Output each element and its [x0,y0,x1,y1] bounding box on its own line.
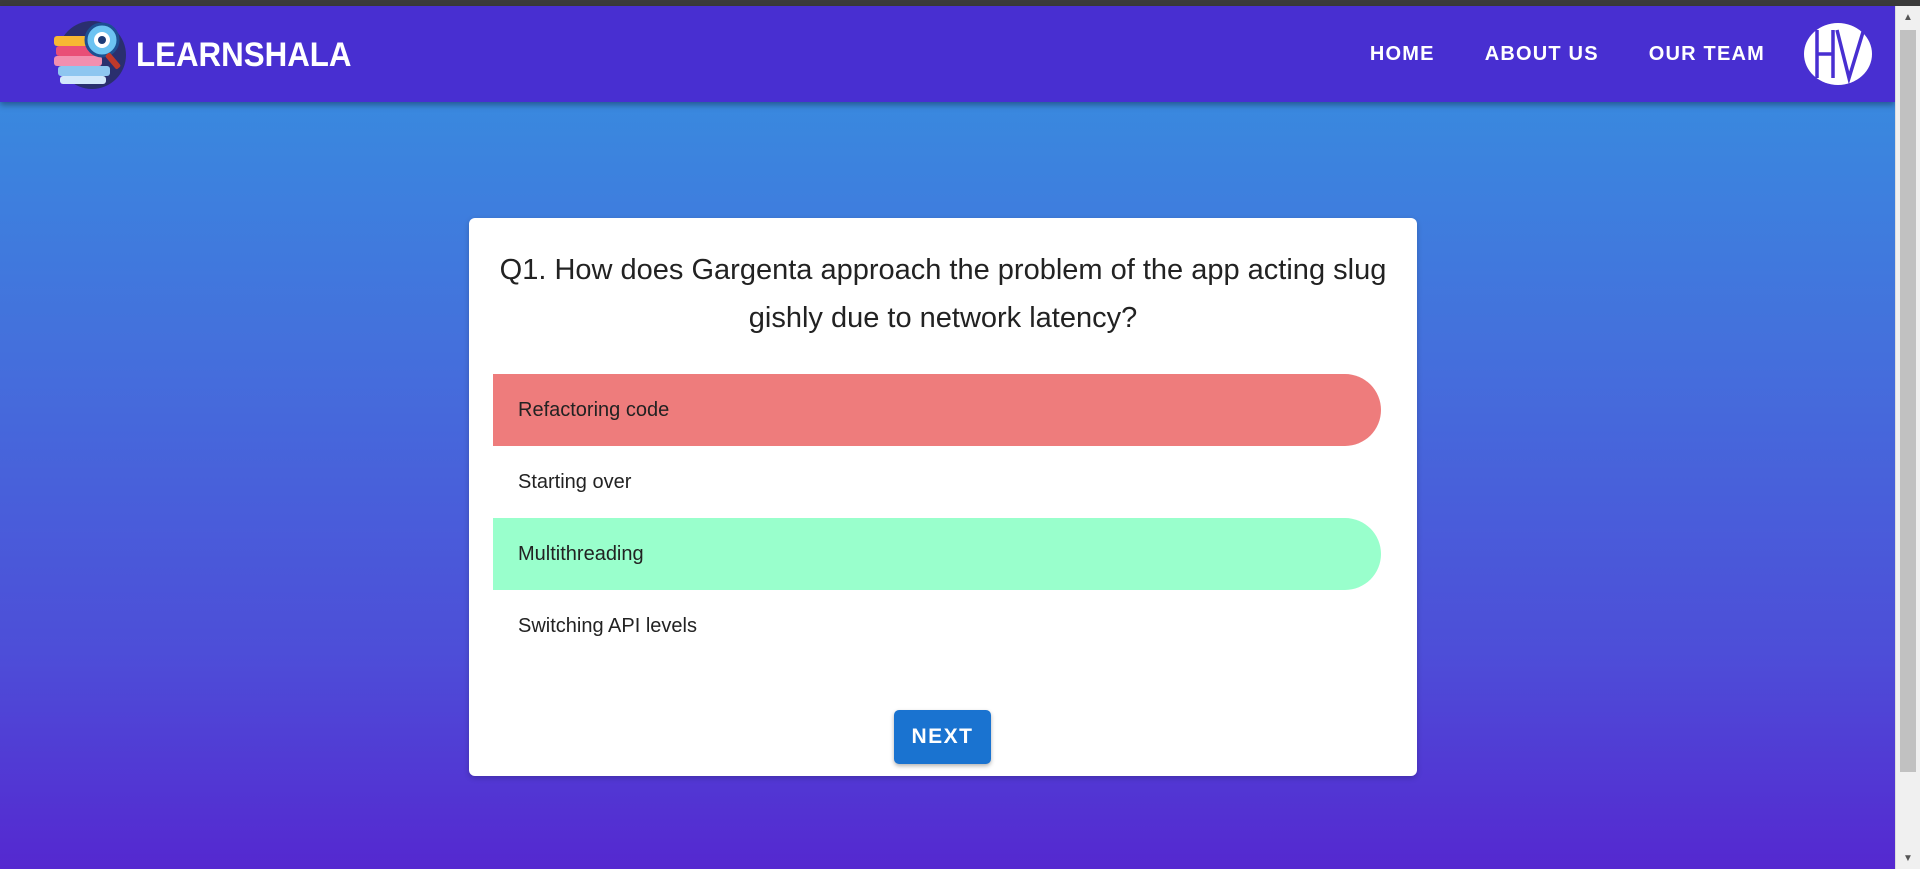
answer-option-label: Multithreading [518,542,644,565]
quiz-card: Q1. How does Gargenta approach the probl… [469,218,1417,776]
answer-option-label: Switching API levels [518,614,697,637]
navbar: LEARNSHALA HOME ABOUT US OUR TEAM [0,6,1895,102]
scroll-down-arrow-icon[interactable]: ▼ [1896,847,1920,869]
answer-option-2[interactable]: Starting over [493,446,1381,518]
hv-monogram-avatar-icon[interactable] [1803,22,1873,86]
answer-option-label: Refactoring code [518,398,670,421]
answer-option-3[interactable]: Multithreading [493,518,1381,590]
answer-option-label: Starting over [518,470,632,493]
nav-links: HOME ABOUT US OUR TEAM [1320,6,1765,102]
page-scrollbar[interactable]: ▲ ▼ [1895,6,1920,869]
books-magnifier-logo-icon [54,21,126,89]
scroll-thumb[interactable] [1900,30,1916,772]
next-button[interactable]: NEXT [894,710,991,764]
nav-home-link[interactable]: HOME [1370,43,1435,66]
question-text: Q1. How does Gargenta approach the probl… [499,254,1387,334]
nav-about-us-link[interactable]: ABOUT US [1485,43,1599,66]
scroll-up-arrow-icon[interactable]: ▲ [1896,6,1920,28]
brand-logo[interactable]: LEARNSHALA [52,18,370,92]
answer-option-4[interactable]: Switching API levels [493,590,1381,662]
brand-name: LEARNSHALA [136,35,352,74]
nav-our-team-link[interactable]: OUR TEAM [1649,43,1765,66]
answer-option-1[interactable]: Refactoring code [493,374,1381,446]
